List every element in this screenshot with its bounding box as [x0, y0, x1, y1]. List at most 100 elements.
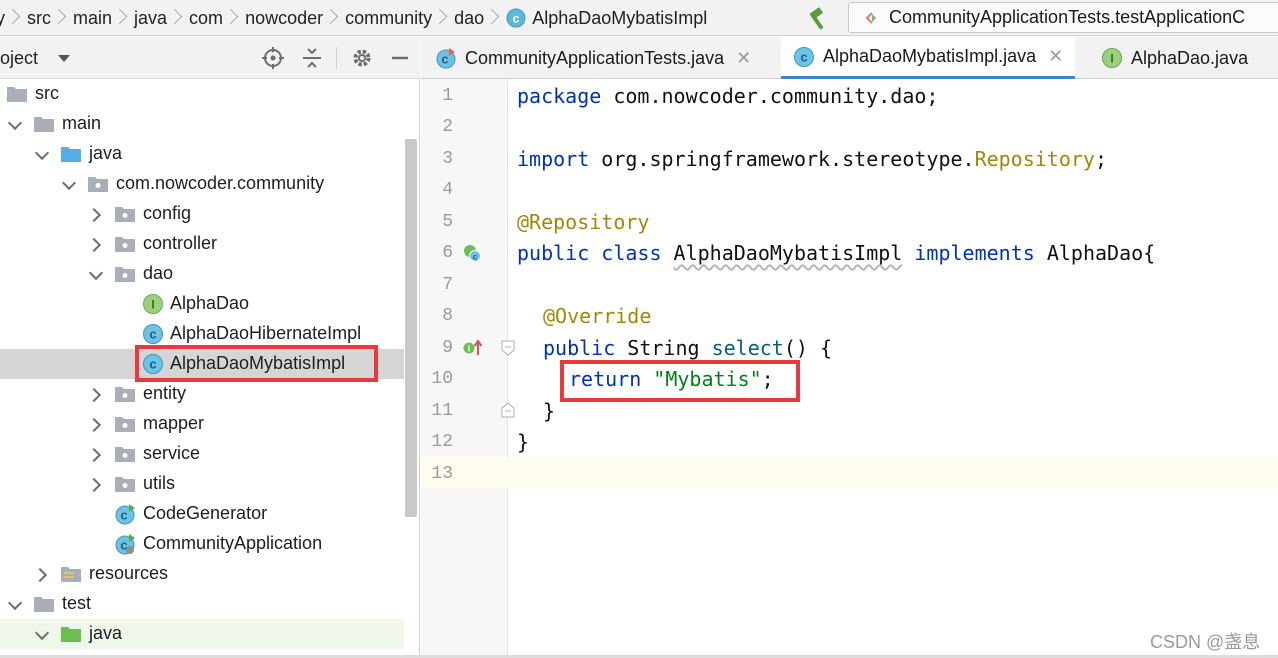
- breadcrumb-item-nowcoder[interactable]: nowcoder: [245, 0, 345, 36]
- test-run-icon: [865, 11, 876, 24]
- project-panel-header: roject: [0, 37, 420, 79]
- line-number: 6: [442, 243, 453, 263]
- tree-item-dao[interactable]: dao: [0, 259, 404, 289]
- chevron-right-icon: [323, 0, 345, 36]
- breadcrumb-item-src[interactable]: src: [27, 0, 73, 36]
- chevron-right-icon: [223, 0, 245, 36]
- chevron-down-icon[interactable]: [63, 179, 75, 191]
- class-icon: c: [143, 324, 163, 344]
- tree-item-src[interactable]: src: [0, 79, 404, 109]
- resources-folder-icon: [61, 567, 81, 582]
- test-source-folder-icon: [61, 627, 81, 642]
- tree-item-utils[interactable]: utils: [0, 469, 404, 499]
- chevron-down-icon[interactable]: [9, 599, 21, 611]
- implements-gutter-icon[interactable]: c: [462, 243, 482, 263]
- class-icon: c: [794, 46, 814, 67]
- line-number: 1: [442, 86, 453, 106]
- tree-item-config[interactable]: config: [0, 199, 404, 229]
- line-number: 3: [442, 149, 453, 169]
- chevron-right-icon[interactable]: [90, 419, 102, 431]
- package-icon: [115, 207, 135, 222]
- folder-icon: [34, 117, 54, 132]
- breadcrumb-item-class[interactable]: c AlphaDaoMybatisImpl: [506, 0, 707, 36]
- chevron-right-icon[interactable]: [90, 209, 102, 221]
- close-icon[interactable]: ✕: [736, 48, 751, 69]
- chevron-right-icon: [5, 0, 27, 36]
- code-line-8: @Override: [543, 304, 652, 328]
- code-line-3: import org.springframework.stereotype.Re…: [517, 147, 1108, 171]
- svg-text:I: I: [468, 345, 470, 354]
- chevron-down-icon[interactable]: [58, 55, 70, 62]
- tree-item-controller[interactable]: controller: [0, 229, 404, 259]
- chevron-right-icon[interactable]: [90, 479, 102, 491]
- tab-alpha-dao[interactable]: I AlphaDao.java: [1101, 37, 1248, 79]
- breadcrumb-item-dao[interactable]: dao: [454, 0, 506, 36]
- run-configuration-select[interactable]: CommunityApplicationTests.testApplicatio…: [848, 2, 1278, 33]
- svg-text:c: c: [473, 253, 478, 262]
- breadcrumb-item-project[interactable]: y: [0, 0, 27, 36]
- code-line-1: package com.nowcoder.community.dao;: [517, 84, 939, 108]
- chevron-right-icon[interactable]: [36, 569, 48, 581]
- chevron-right-icon: [484, 0, 506, 36]
- code-line-9: public String select() {: [543, 336, 832, 360]
- line-number: 4: [442, 180, 453, 200]
- breadcrumb-item-community[interactable]: community: [345, 0, 454, 36]
- tree-item-package[interactable]: com.nowcoder.community: [0, 169, 404, 199]
- chevron-right-icon[interactable]: [90, 239, 102, 251]
- tab-alpha-dao-mybatis-impl[interactable]: c AlphaDaoMybatisImpl.java ✕: [781, 37, 1076, 79]
- minimize-icon[interactable]: [388, 46, 412, 70]
- tree-item-alpha-dao[interactable]: I AlphaDao: [0, 289, 404, 319]
- breadcrumb-item-java[interactable]: java: [134, 0, 189, 36]
- package-icon: [115, 477, 135, 492]
- package-icon: [115, 267, 135, 282]
- tree-item-mapper[interactable]: mapper: [0, 409, 404, 439]
- breadcrumb-item-com[interactable]: com: [189, 0, 245, 36]
- interface-icon: I: [1102, 48, 1122, 68]
- line-number: 12: [431, 432, 453, 452]
- svg-text:I: I: [1110, 52, 1113, 66]
- tree-item-community-application[interactable]: c CommunityApplication: [0, 529, 404, 559]
- svg-text:c: c: [149, 327, 156, 342]
- fold-end-icon[interactable]: [501, 402, 515, 418]
- chevron-down-icon[interactable]: [36, 149, 48, 161]
- fold-icon[interactable]: [501, 340, 515, 356]
- package-icon: [115, 387, 135, 402]
- tree-item-java[interactable]: java: [0, 139, 404, 169]
- runnable-class-icon: c: [115, 504, 135, 525]
- chevron-right-icon[interactable]: [90, 389, 102, 401]
- build-hammer-icon[interactable]: [804, 4, 832, 32]
- tree-item-entity[interactable]: entity: [0, 379, 404, 409]
- chevron-right-icon: [167, 0, 189, 36]
- tree-item-test-java[interactable]: java: [0, 619, 404, 649]
- tab-community-application-tests[interactable]: c CommunityApplicationTests.java ✕: [435, 37, 751, 79]
- package-icon: [115, 417, 135, 432]
- override-gutter-icon[interactable]: I: [462, 338, 484, 358]
- line-number: 2: [442, 117, 453, 137]
- current-line-highlight: [508, 457, 1278, 488]
- watermark: CSDN @盏息: [1150, 632, 1261, 652]
- chevron-down-icon[interactable]: [90, 269, 102, 281]
- test-class-icon: c: [436, 48, 456, 69]
- navigation-bar: y src main java com nowcoder community d…: [0, 0, 1278, 36]
- tree-item-code-generator[interactable]: c CodeGenerator: [0, 499, 404, 529]
- tree-item-service[interactable]: service: [0, 439, 404, 469]
- tree-item-resources[interactable]: resources: [0, 559, 404, 589]
- tree-item-test[interactable]: test: [0, 589, 404, 619]
- chevron-down-icon[interactable]: [9, 119, 21, 131]
- line-number: 9: [442, 338, 453, 358]
- locate-target-icon[interactable]: [261, 46, 285, 70]
- chevron-down-icon[interactable]: [36, 629, 48, 641]
- line-number: 11: [431, 401, 453, 421]
- tree-item-main[interactable]: main: [0, 109, 404, 139]
- breadcrumb-item-main[interactable]: main: [73, 0, 134, 36]
- line-number: 7: [442, 275, 453, 295]
- spring-boot-class-icon: c: [115, 534, 135, 555]
- close-icon[interactable]: ✕: [1048, 46, 1063, 67]
- class-icon: c: [506, 8, 526, 28]
- tree-scrollbar[interactable]: [405, 139, 417, 517]
- collapse-all-icon[interactable]: [300, 46, 324, 70]
- chevron-right-icon: [432, 0, 454, 36]
- project-panel-title[interactable]: roject: [0, 48, 38, 69]
- gear-icon[interactable]: [350, 46, 374, 70]
- chevron-right-icon[interactable]: [90, 449, 102, 461]
